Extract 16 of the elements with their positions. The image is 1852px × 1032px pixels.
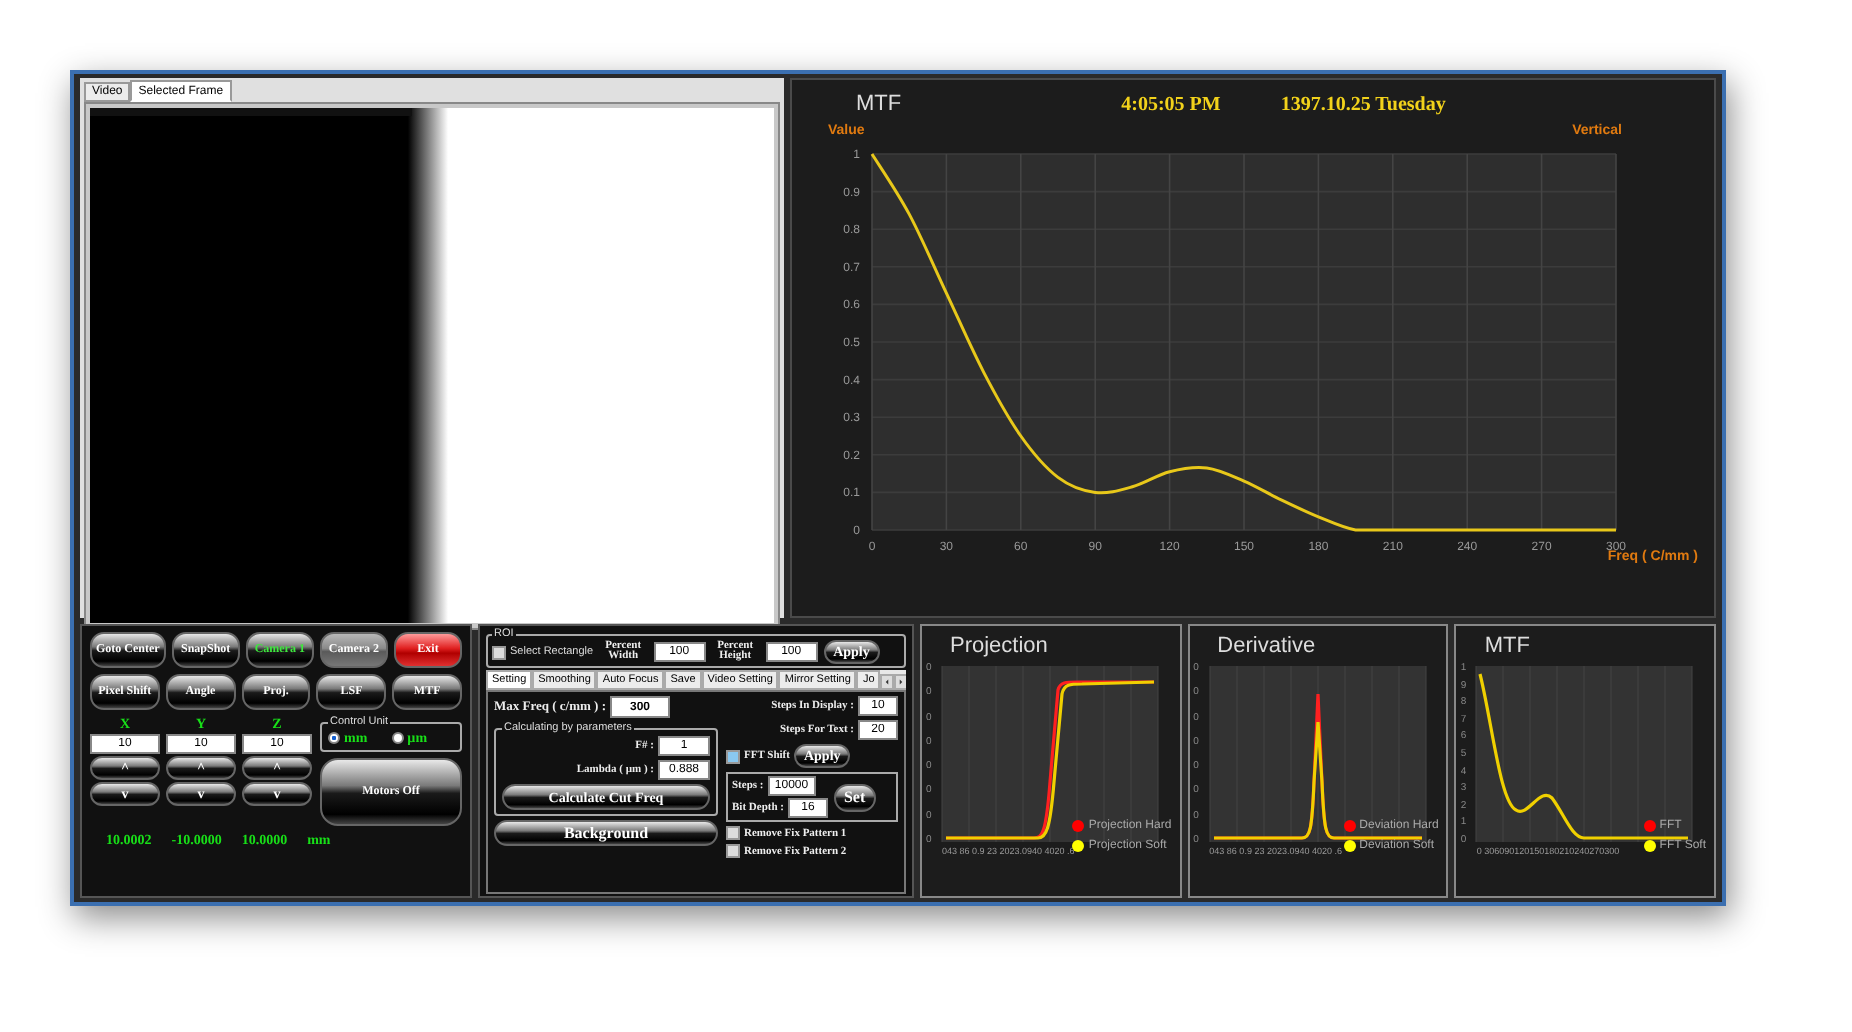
chart-title: Derivative — [1217, 634, 1318, 658]
clock-time: 4:05:05 PM — [1121, 93, 1221, 115]
radio-button[interactable] — [391, 732, 404, 744]
chart-title: Projection — [950, 634, 1050, 658]
scroll-right-icon[interactable] — [894, 674, 906, 690]
checkbox[interactable] — [726, 844, 740, 858]
clock-date: 1397.10.25 Tuesday — [1280, 93, 1446, 115]
radio-button[interactable] — [328, 732, 340, 744]
background-button[interactable]: Background — [494, 820, 718, 846]
checkbox[interactable] — [726, 749, 740, 763]
checkbox[interactable] — [492, 645, 506, 659]
chart-title: MTF — [1484, 634, 1532, 658]
scroll-left-icon[interactable] — [880, 674, 895, 690]
chart-title: MTF — [856, 92, 902, 116]
set-button[interactable]: Set — [833, 783, 876, 811]
checkbox[interactable] — [726, 826, 740, 840]
